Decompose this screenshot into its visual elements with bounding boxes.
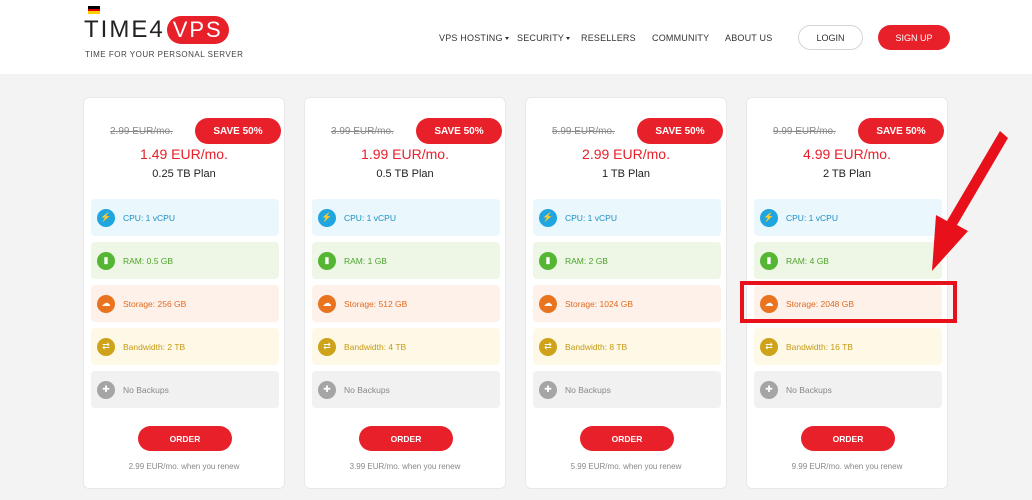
cloud-upload-icon: ☁: [318, 294, 336, 313]
feature-ram: ▮ RAM: 0.5 GB: [91, 242, 279, 279]
feature-storage: ☁ Storage: 512 GB: [312, 285, 500, 322]
order-button[interactable]: ORDER: [801, 426, 895, 451]
nav-about-us[interactable]: ABOUT US: [725, 33, 772, 43]
plan-name: 0.5 TB Plan: [376, 168, 434, 180]
memory-chip-icon: ▮: [97, 251, 115, 270]
feature-ram: ▮ RAM: 4 GB: [754, 242, 942, 279]
plan-price: 2.99 EUR/mo.: [582, 146, 670, 162]
old-price: 2.99 EUR/mo.: [110, 126, 173, 137]
logo-text: TIME4: [84, 16, 165, 43]
order-button[interactable]: ORDER: [138, 426, 232, 451]
cloud-upload-icon: ☁: [539, 294, 557, 313]
plan-price: 4.99 EUR/mo.: [803, 146, 891, 162]
annotation-arrow-icon: [932, 131, 1008, 271]
feature-cpu: ⚡ CPU: 1 vCPU: [312, 199, 500, 236]
feature-backups: ✚ No Backups: [754, 371, 942, 408]
signup-button[interactable]: SIGN UP: [878, 25, 950, 50]
backup-lifebuoy-icon: ✚: [539, 380, 557, 399]
feature-storage: ☁ Storage: 1024 GB: [533, 285, 721, 322]
tagline: TIME FOR YOUR PERSONAL SERVER: [85, 50, 244, 59]
backup-lifebuoy-icon: ✚: [318, 380, 336, 399]
feature-storage: ☁ Storage: 256 GB: [91, 285, 279, 322]
feature-cpu: ⚡ CPU: 1 vCPU: [533, 199, 721, 236]
plan-card-2: 5.99 EUR/mo. SAVE 50% 2.99 EUR/mo. 1 TB …: [525, 97, 727, 489]
lightning-icon: ⚡: [539, 208, 557, 227]
annotation-highlight-box: [740, 281, 957, 323]
plan-price: 1.49 EUR/mo.: [140, 146, 228, 162]
logo[interactable]: TIME4 VPS: [84, 16, 229, 44]
old-price: 3.99 EUR/mo.: [331, 126, 394, 137]
old-price: 5.99 EUR/mo.: [552, 126, 615, 137]
feature-ram: ▮ RAM: 2 GB: [533, 242, 721, 279]
plan-card-1: 3.99 EUR/mo. SAVE 50% 1.99 EUR/mo. 0.5 T…: [304, 97, 506, 489]
nav-security[interactable]: SECURITY: [517, 33, 571, 43]
feature-bandwidth: ⇄ Bandwidth: 16 TB: [754, 328, 942, 365]
plan-name: 1 TB Plan: [601, 168, 651, 180]
order-button[interactable]: ORDER: [359, 426, 453, 451]
lightning-icon: ⚡: [97, 208, 115, 227]
renew-price: 2.99 EUR/mo. when you renew: [128, 462, 240, 471]
renew-price: 5.99 EUR/mo. when you renew: [570, 462, 682, 471]
logo-badge: VPS: [166, 16, 229, 44]
plan-name: 2 TB Plan: [822, 168, 872, 180]
memory-chip-icon: ▮: [539, 251, 557, 270]
transfer-arrows-icon: ⇄: [539, 337, 557, 356]
old-price: 9.99 EUR/mo.: [773, 126, 836, 137]
plan-name: 0.25 TB Plan: [152, 168, 216, 180]
save-badge: SAVE 50%: [416, 118, 502, 144]
renew-price: 9.99 EUR/mo. when you renew: [791, 462, 903, 471]
feature-bandwidth: ⇄ Bandwidth: 8 TB: [533, 328, 721, 365]
memory-chip-icon: ▮: [760, 251, 778, 270]
save-badge: SAVE 50%: [195, 118, 281, 144]
backup-lifebuoy-icon: ✚: [97, 380, 115, 399]
transfer-arrows-icon: ⇄: [97, 337, 115, 356]
feature-bandwidth: ⇄ Bandwidth: 2 TB: [91, 328, 279, 365]
lightning-icon: ⚡: [760, 208, 778, 227]
renew-price: 3.99 EUR/mo. when you renew: [349, 462, 461, 471]
lightning-icon: ⚡: [318, 208, 336, 227]
feature-bandwidth: ⇄ Bandwidth: 4 TB: [312, 328, 500, 365]
transfer-arrows-icon: ⇄: [760, 337, 778, 356]
site-header: TIME4 VPS TIME FOR YOUR PERSONAL SERVER …: [0, 0, 1032, 74]
nav-resellers[interactable]: RESELLERS: [581, 33, 636, 43]
order-button[interactable]: ORDER: [580, 426, 674, 451]
memory-chip-icon: ▮: [318, 251, 336, 270]
feature-cpu: ⚡ CPU: 1 vCPU: [91, 199, 279, 236]
nav-vps-hosting[interactable]: VPS HOSTING: [439, 33, 509, 43]
plan-price: 1.99 EUR/mo.: [361, 146, 449, 162]
nav-community[interactable]: COMMUNITY: [652, 33, 709, 43]
plan-card-0: 2.99 EUR/mo. SAVE 50% 1.49 EUR/mo. 0.25 …: [83, 97, 285, 489]
backup-lifebuoy-icon: ✚: [760, 380, 778, 399]
cloud-upload-icon: ☁: [97, 294, 115, 313]
language-flag-icon[interactable]: [88, 6, 100, 14]
chevron-down-icon: [566, 37, 571, 41]
feature-backups: ✚ No Backups: [312, 371, 500, 408]
save-badge: SAVE 50%: [637, 118, 723, 144]
feature-cpu: ⚡ CPU: 1 vCPU: [754, 199, 942, 236]
feature-backups: ✚ No Backups: [91, 371, 279, 408]
feature-ram: ▮ RAM: 1 GB: [312, 242, 500, 279]
feature-backups: ✚ No Backups: [533, 371, 721, 408]
transfer-arrows-icon: ⇄: [318, 337, 336, 356]
login-button[interactable]: LOGIN: [798, 25, 863, 50]
chevron-down-icon: [504, 37, 509, 41]
